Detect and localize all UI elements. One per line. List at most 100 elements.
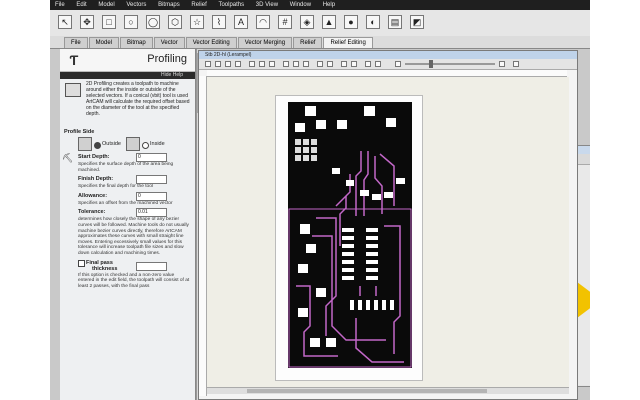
- color-icon[interactable]: ◐: [366, 15, 380, 29]
- hide-help-link[interactable]: Hide Help: [60, 72, 195, 79]
- menu-relief[interactable]: Relief: [186, 0, 211, 10]
- slider-right-icon[interactable]: [499, 61, 505, 67]
- allowance-input[interactable]: 0: [136, 191, 167, 201]
- inside-radio[interactable]: [142, 142, 149, 149]
- layer-2-icon[interactable]: [293, 61, 299, 67]
- polyline-icon[interactable]: ⌇: [212, 15, 226, 29]
- view-3d-icon[interactable]: ◩: [410, 15, 424, 29]
- artcam-screen: File Edit Model Vectors Bitmaps Relief T…: [50, 0, 590, 400]
- menu-help[interactable]: Help: [318, 0, 340, 10]
- final-pass-checkbox[interactable]: [78, 259, 85, 267]
- polygon-icon[interactable]: ⬡: [168, 15, 182, 29]
- pcb-pad: [316, 120, 326, 129]
- menu-toolpaths[interactable]: Toolpaths: [213, 0, 249, 10]
- bitmap-toggle-icon[interactable]: [351, 61, 357, 67]
- tolerance-help: determines how closely the shape of any …: [78, 217, 189, 256]
- zoom-out-icon[interactable]: [215, 61, 221, 67]
- final-pass-help: If this option is checked and a non-zero…: [78, 272, 190, 289]
- zoom-slider-handle[interactable]: [429, 60, 433, 68]
- ic-pin: [374, 300, 378, 310]
- canvas-scroll-thumb[interactable]: [247, 389, 487, 393]
- text-tool-icon[interactable]: A: [234, 15, 248, 29]
- layer-3-icon[interactable]: [303, 61, 309, 67]
- ic-pin: [382, 300, 386, 310]
- layers-icon[interactable]: ▤: [388, 15, 402, 29]
- zoom-slider-track[interactable]: [405, 63, 495, 65]
- panel-title: Profiling: [147, 53, 187, 65]
- pcb-pad-grid: [303, 155, 309, 161]
- arc-icon[interactable]: ◠: [256, 15, 270, 29]
- tab-vector-editing[interactable]: Vector Editing: [185, 37, 237, 48]
- profile-diagram-icon: [65, 83, 81, 97]
- final-pass-thickness-label: thickness: [92, 265, 118, 272]
- tab-bitmap[interactable]: Bitmap: [120, 37, 153, 48]
- ic-pin: [342, 244, 354, 248]
- ruler-icon[interactable]: [375, 61, 381, 67]
- tolerance-input[interactable]: 0.01: [136, 208, 167, 218]
- finish-depth-input[interactable]: [136, 175, 167, 185]
- start-depth-row: ⛏ Start Depth: 0: [60, 153, 195, 163]
- snap-icon[interactable]: [249, 61, 255, 67]
- zoom-fit-icon[interactable]: [225, 61, 231, 67]
- menu-window[interactable]: Window: [285, 0, 316, 10]
- start-depth-input[interactable]: 0: [136, 153, 167, 162]
- pcb-pad-grid: [295, 139, 301, 145]
- menu-bitmaps[interactable]: Bitmaps: [153, 0, 185, 10]
- tab-relief-editing[interactable]: Relief Editing: [323, 37, 373, 48]
- tolerance-row: Tolerance: 0.01: [60, 208, 195, 218]
- pcb-pad: [386, 118, 396, 127]
- zoom-box-icon[interactable]: [235, 61, 241, 67]
- document-title: Stb 2D-hl (Lerampel): [199, 51, 577, 59]
- final-pass-input[interactable]: [136, 261, 167, 271]
- ic-pin: [350, 300, 354, 310]
- node-edit-icon[interactable]: ✥: [80, 15, 94, 29]
- star-icon[interactable]: ☆: [190, 15, 204, 29]
- finish-depth-row: Finish Depth:: [60, 175, 195, 185]
- menu-file[interactable]: File: [50, 0, 70, 10]
- measure-icon[interactable]: [365, 61, 371, 67]
- select-arrow-icon[interactable]: ↖: [58, 15, 72, 29]
- pcb-pad: [372, 194, 381, 200]
- relief-icon[interactable]: ▲: [322, 15, 336, 29]
- rectangle-icon[interactable]: □: [102, 15, 116, 29]
- palette-icon[interactable]: ●: [344, 15, 358, 29]
- tab-file[interactable]: File: [64, 37, 88, 48]
- pcb-pad: [326, 338, 336, 347]
- start-depth-label: Start Depth:: [78, 154, 110, 160]
- menu-vectors[interactable]: Vectors: [121, 0, 151, 10]
- design-canvas[interactable]: [207, 77, 569, 387]
- tab-vector-merging[interactable]: Vector Merging: [237, 37, 293, 48]
- circle-icon[interactable]: ○: [124, 15, 138, 29]
- view-3d-small-icon[interactable]: [327, 61, 333, 67]
- layer-1-icon[interactable]: [283, 61, 289, 67]
- tab-relief[interactable]: Relief: [293, 37, 323, 48]
- view-2d-icon[interactable]: [317, 61, 323, 67]
- pcb-pad: [305, 106, 316, 116]
- document-toolbar: [199, 59, 577, 70]
- menu-model[interactable]: Model: [93, 0, 119, 10]
- outside-radio[interactable]: [94, 142, 101, 149]
- ic-pin: [366, 228, 378, 232]
- ic-pin: [366, 300, 370, 310]
- inside-label: Inside: [150, 141, 165, 147]
- grid-toggle-icon[interactable]: [259, 61, 265, 67]
- grid-icon[interactable]: #: [278, 15, 292, 29]
- zoom-in-icon[interactable]: [205, 61, 211, 67]
- tab-model[interactable]: Model: [88, 37, 120, 48]
- ellipse-icon[interactable]: ◯: [146, 15, 160, 29]
- tab-vector[interactable]: Vector: [153, 37, 185, 48]
- guides-icon[interactable]: [269, 61, 275, 67]
- color-bar-icon[interactable]: [341, 61, 347, 67]
- canvas-horizontal-scrollbar[interactable]: [207, 387, 569, 394]
- shape-editor-icon[interactable]: ◈: [300, 15, 314, 29]
- profile-side-title: Profile Side: [64, 129, 95, 135]
- menu-edit[interactable]: Edit: [71, 0, 91, 10]
- allowance-help: Specifies an offset from the machined ve…: [78, 200, 173, 206]
- ic-pin: [342, 276, 354, 280]
- menu-3d-view[interactable]: 3D View: [251, 0, 283, 10]
- ic-pin: [342, 268, 354, 272]
- outside-label: Outside: [102, 141, 121, 147]
- outside-profile-icon: [78, 137, 92, 151]
- tile-windows-icon[interactable]: [513, 61, 519, 67]
- slider-left-icon[interactable]: [395, 61, 401, 67]
